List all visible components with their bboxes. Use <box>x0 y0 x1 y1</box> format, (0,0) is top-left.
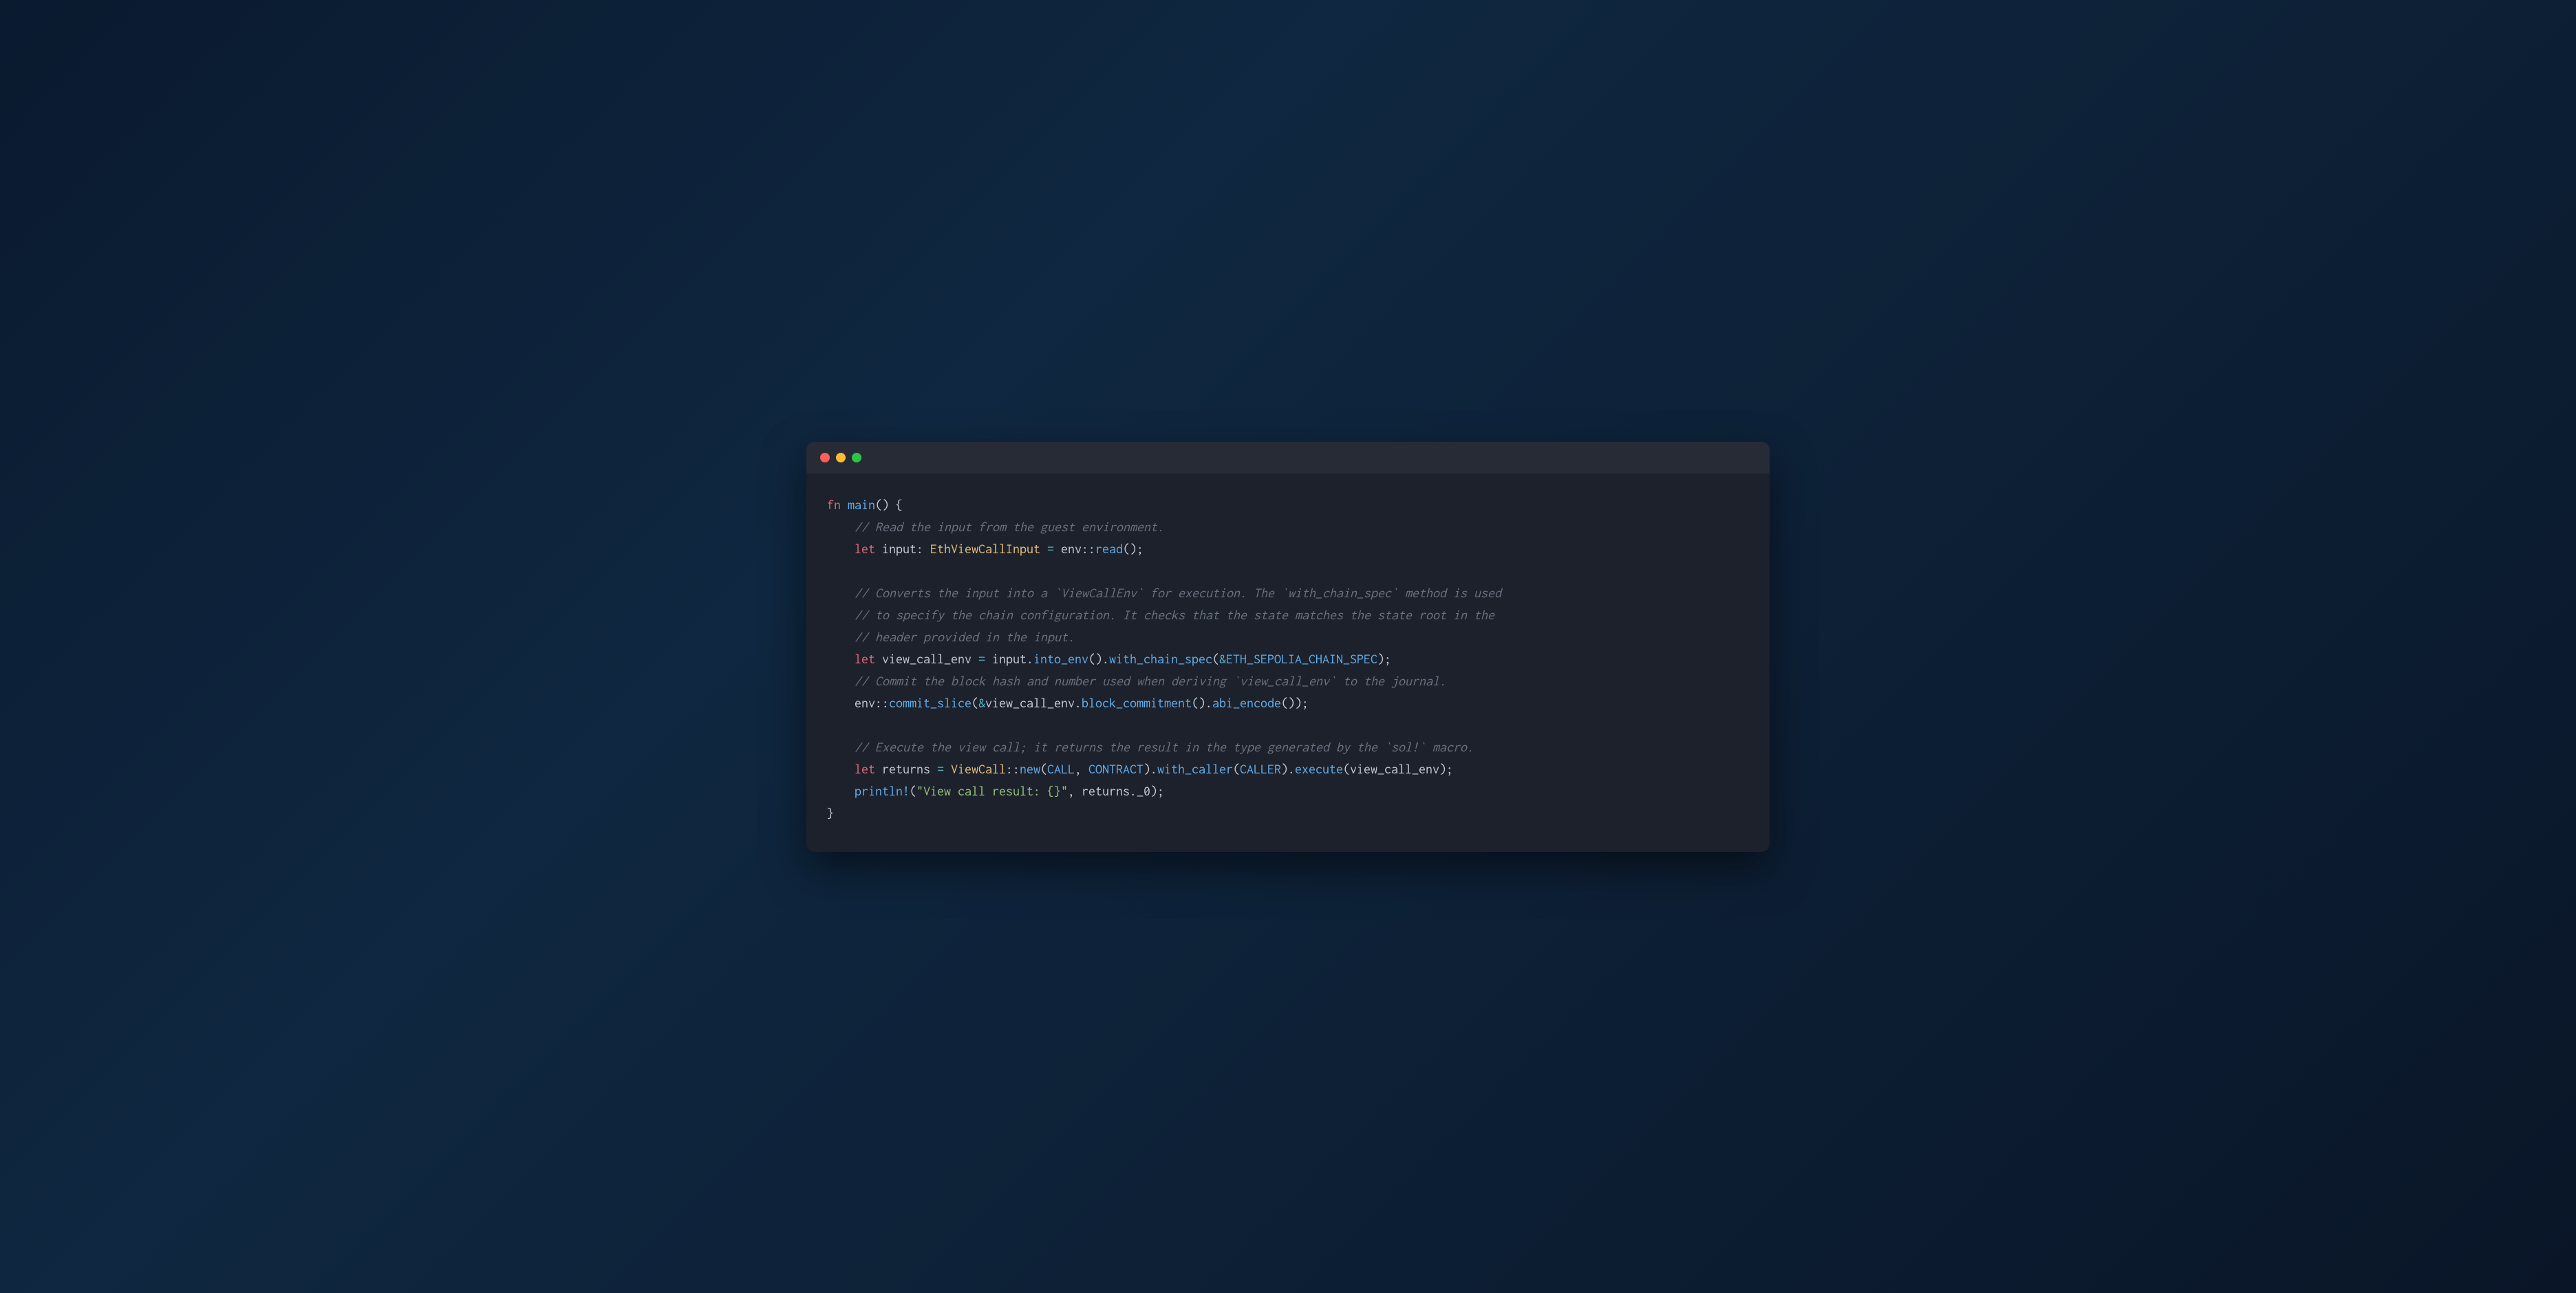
code-line: // Commit the block hash and number used… <box>827 670 1749 692</box>
code-line: } <box>827 802 1749 824</box>
code-line: // Converts the input into a `ViewCallEn… <box>827 582 1749 604</box>
code-line: let input: EthViewCallInput = env::read(… <box>827 538 1749 560</box>
comment: // Converts the input into a `ViewCallEn… <box>827 586 1501 600</box>
code-line: println!("View call result: {}", returns… <box>827 780 1749 802</box>
comment: // Execute the view call; it returns the… <box>827 740 1474 754</box>
keyword-let: let <box>855 652 875 666</box>
window-titlebar <box>806 442 1770 473</box>
code-window: fn main() { // Read the input from the g… <box>806 442 1770 852</box>
code-editor: fn main() { // Read the input from the g… <box>806 473 1770 852</box>
code-line: let returns = ViewCall::new(CALL, CONTRA… <box>827 758 1749 780</box>
comment: // header provided in the input. <box>827 630 1075 644</box>
constant: CALLER <box>1240 762 1281 776</box>
code-line: let view_call_env = input.into_env().wit… <box>827 648 1749 670</box>
keyword-let: let <box>855 762 875 776</box>
comment: // to specify the chain configuration. I… <box>827 608 1494 622</box>
blank-line <box>827 560 1749 582</box>
comment: // Commit the block hash and number used… <box>827 674 1446 688</box>
keyword-let: let <box>855 542 875 556</box>
minimize-icon[interactable] <box>836 453 846 462</box>
string-literal: "View call result: {}" <box>916 784 1068 798</box>
type: EthViewCallInput <box>930 542 1040 556</box>
macro: println! <box>855 784 910 798</box>
constant: CONTRACT <box>1088 762 1144 776</box>
maximize-icon[interactable] <box>852 453 861 462</box>
code-line: env::commit_slice(&view_call_env.block_c… <box>827 692 1749 714</box>
comment: // Read the input from the guest environ… <box>827 520 1164 534</box>
code-line: // Read the input from the guest environ… <box>827 516 1749 538</box>
blank-line <box>827 714 1749 736</box>
type: ViewCall <box>951 762 1006 776</box>
code-line: // Execute the view call; it returns the… <box>827 736 1749 758</box>
constant: ETH_SEPOLIA_CHAIN_SPEC <box>1226 652 1377 666</box>
constant: CALL <box>1047 762 1075 776</box>
code-line: // to specify the chain configuration. I… <box>827 604 1749 626</box>
code-line: fn main() { <box>827 494 1749 516</box>
close-icon[interactable] <box>820 453 830 462</box>
code-line: // header provided in the input. <box>827 626 1749 648</box>
fn-name: main <box>848 498 875 512</box>
keyword-fn: fn <box>827 498 841 512</box>
